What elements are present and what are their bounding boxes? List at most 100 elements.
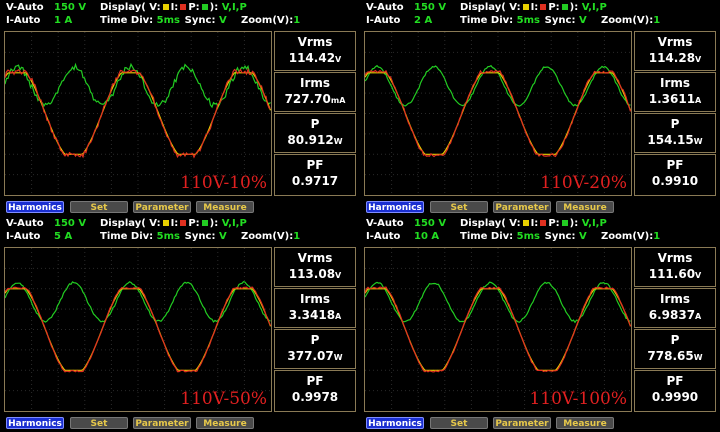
softkey-bar: Harmonics Set Parameter Measure xyxy=(6,417,356,431)
load-condition: 110V-50% xyxy=(180,389,267,409)
power-value: 80.912 xyxy=(287,133,333,147)
parameter-button[interactable]: Parameter xyxy=(133,201,191,213)
power-square-icon xyxy=(562,220,568,226)
harmonics-button[interactable]: Harmonics xyxy=(366,201,424,213)
measure-button[interactable]: Measure xyxy=(196,417,254,429)
zoom-value: 1 xyxy=(653,230,660,244)
display-label: Display( V: xyxy=(100,1,161,15)
parameter-button[interactable]: Parameter xyxy=(133,417,191,429)
time-div-label: Time Div: xyxy=(460,230,513,244)
power-cell: P 80.912W xyxy=(274,113,356,153)
v-range-value: 150 V xyxy=(54,217,100,231)
power-cell: P 154.15W xyxy=(634,113,716,153)
i-auto-label: I-Auto xyxy=(6,14,54,28)
time-div-label: Time Div: xyxy=(100,230,153,244)
display-label: Display( V: xyxy=(460,1,521,15)
current-square-icon xyxy=(540,4,546,10)
set-button[interactable]: Set xyxy=(430,417,488,429)
status-header: V-Auto 150 V Display( V: I: P:): V,I,P I-Aut… xyxy=(0,216,360,246)
measurement-column: Vrms 111.60V Irms 6.9837A P 778.65W PF 0.999… xyxy=(634,247,716,412)
time-div-label: Time Div: xyxy=(460,14,513,28)
waveform-display: 110V-20% xyxy=(364,31,632,196)
softkey-bar: Harmonics Set Parameter Measure xyxy=(366,417,716,431)
irms-value: 3.3418 xyxy=(289,308,335,322)
current-square-icon xyxy=(180,4,186,10)
waveform-display: 110V-50% xyxy=(4,247,272,412)
i-auto-label: I-Auto xyxy=(366,230,414,244)
sync-value: V xyxy=(219,14,241,28)
power-square-icon xyxy=(202,4,208,10)
vrms-value: 111.60 xyxy=(649,267,695,281)
irms-value: 727.70 xyxy=(285,92,331,106)
measurement-column: Vrms 114.42V Irms 727.70mA P 80.912W PF 0.97… xyxy=(274,31,356,196)
sync-value: V xyxy=(579,230,601,244)
pf-cell: PF 0.9978 xyxy=(274,370,356,412)
zoom-label: Zoom(V): xyxy=(241,14,293,28)
panel-110v-20: V-Auto 150 V Display( V: I: P:): V,I,P I-Aut… xyxy=(360,0,720,216)
i-range-value: 1 A xyxy=(54,14,100,28)
measure-button[interactable]: Measure xyxy=(556,201,614,213)
set-button[interactable]: Set xyxy=(430,201,488,213)
load-condition: 110V-20% xyxy=(540,173,627,193)
irms-cell: Irms 1.3611A xyxy=(634,72,716,112)
load-condition: 110V-100% xyxy=(529,389,627,409)
current-square-icon xyxy=(180,220,186,226)
harmonics-button[interactable]: Harmonics xyxy=(366,417,424,429)
vrms-cell: Vrms 114.42V xyxy=(274,31,356,71)
parameter-button[interactable]: Parameter xyxy=(493,417,551,429)
display-label: Display( V: xyxy=(460,217,521,231)
measure-button[interactable]: Measure xyxy=(196,201,254,213)
irms-value: 1.3611 xyxy=(649,92,695,106)
sync-label: Sync: xyxy=(545,14,576,28)
softkey-bar: Harmonics Set Parameter Measure xyxy=(6,201,356,215)
display-value: V,I,P xyxy=(582,217,607,231)
vrms-value: 114.42 xyxy=(289,51,335,65)
power-value: 778.65 xyxy=(647,349,693,363)
i-range-value: 10 A xyxy=(414,230,460,244)
zoom-value: 1 xyxy=(293,230,300,244)
time-div-value: 5ms xyxy=(157,14,185,28)
power-cell: P 377.07W xyxy=(274,329,356,369)
vrms-value: 114.28 xyxy=(649,51,695,65)
set-button[interactable]: Set xyxy=(70,201,128,213)
parameter-button[interactable]: Parameter xyxy=(493,201,551,213)
measurement-column: Vrms 114.28V Irms 1.3611A P 154.15W PF 0.991… xyxy=(634,31,716,196)
time-div-value: 5ms xyxy=(157,230,185,244)
irms-value: 6.9837 xyxy=(649,308,695,322)
panel-110v-10: V-Auto 150 V Display( V: I: P:): V,I,P I-Aut… xyxy=(0,0,360,216)
display-value: V,I,P xyxy=(222,1,247,15)
measurement-column: Vrms 113.08V Irms 3.3418A P 377.07W PF 0.997… xyxy=(274,247,356,412)
v-range-value: 150 V xyxy=(414,1,460,15)
power-square-icon xyxy=(562,4,568,10)
panel-110v-100: V-Auto 150 V Display( V: I: P:): V,I,P I-Aut… xyxy=(360,216,720,432)
waveform-display: 110V-10% xyxy=(4,31,272,196)
zoom-label: Zoom(V): xyxy=(601,230,653,244)
harmonics-button[interactable]: Harmonics xyxy=(6,201,64,213)
i-range-value: 5 A xyxy=(54,230,100,244)
i-auto-label: I-Auto xyxy=(6,230,54,244)
power-square-icon xyxy=(202,220,208,226)
vrms-cell: Vrms 111.60V xyxy=(634,247,716,287)
v-range-value: 150 V xyxy=(414,217,460,231)
sync-label: Sync: xyxy=(185,14,216,28)
power-value: 377.07 xyxy=(287,349,333,363)
pf-cell: PF 0.9990 xyxy=(634,370,716,412)
harmonics-button[interactable]: Harmonics xyxy=(6,417,64,429)
irms-cell: Irms 3.3418A xyxy=(274,288,356,328)
sync-label: Sync: xyxy=(185,230,216,244)
display-value: V,I,P xyxy=(222,217,247,231)
vrms-cell: Vrms 113.08V xyxy=(274,247,356,287)
zoom-label: Zoom(V): xyxy=(241,230,293,244)
measure-button[interactable]: Measure xyxy=(556,417,614,429)
time-div-value: 5ms xyxy=(517,14,545,28)
load-condition: 110V-10% xyxy=(180,173,267,193)
i-range-value: 2 A xyxy=(414,14,460,28)
voltage-square-icon xyxy=(163,220,169,226)
set-button[interactable]: Set xyxy=(70,417,128,429)
display-value: V,I,P xyxy=(582,1,607,15)
zoom-label: Zoom(V): xyxy=(601,14,653,28)
status-header: V-Auto 150 V Display( V: I: P:): V,I,P I-Aut… xyxy=(0,0,360,30)
status-header: V-Auto 150 V Display( V: I: P:): V,I,P I-Aut… xyxy=(360,216,720,246)
pf-value: 0.9910 xyxy=(652,174,698,188)
pf-value: 0.9717 xyxy=(292,174,338,188)
